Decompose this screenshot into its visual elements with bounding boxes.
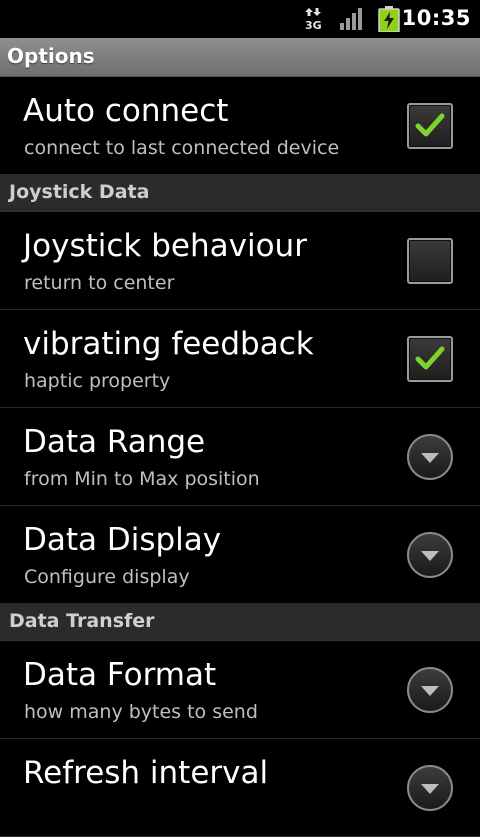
pref-title: vibrating feedback: [23, 326, 314, 362]
page-title: Options: [7, 44, 95, 68]
data-format-dropdown[interactable]: [407, 667, 453, 713]
category-data-transfer: Data Transfer: [0, 604, 480, 641]
pref-data-range[interactable]: Data Range from Min to Max position: [0, 408, 480, 506]
category-title: Joystick Data: [9, 181, 150, 203]
pref-vibrating-feedback[interactable]: vibrating feedback haptic property: [0, 310, 480, 408]
category-title: Data Transfer: [9, 610, 155, 632]
clock: 10:35: [401, 6, 471, 30]
chevron-down-icon: [421, 551, 439, 561]
check-mark-icon: [415, 346, 445, 370]
chevron-down-icon: [421, 453, 439, 463]
pref-data-format[interactable]: Data Format how many bytes to send: [0, 641, 480, 739]
pref-summary: haptic property: [24, 370, 171, 392]
network-type-label: 3G: [305, 19, 322, 31]
pref-refresh-interval[interactable]: Refresh interval: [0, 739, 480, 837]
title-bar: Options: [0, 38, 480, 77]
data-arrows-icon: 3G: [305, 8, 322, 31]
pref-summary: return to center: [24, 272, 175, 294]
pref-title: Data Range: [23, 424, 206, 460]
pref-title: Data Display: [23, 522, 222, 558]
pref-summary: from Min to Max position: [24, 468, 260, 490]
data-display-dropdown[interactable]: [407, 532, 453, 578]
battery-charging-icon: [378, 6, 400, 32]
pref-title: Data Format: [23, 657, 217, 693]
preference-list[interactable]: Auto connect connect to last connected d…: [0, 77, 480, 837]
pref-summary: Configure display: [24, 566, 190, 588]
pref-joystick-behaviour[interactable]: Joystick behaviour return to center: [0, 212, 480, 310]
auto-connect-checkbox[interactable]: [407, 103, 453, 149]
status-bar: 3G 10:35: [0, 0, 480, 38]
pref-auto-connect[interactable]: Auto connect connect to last connected d…: [0, 77, 480, 175]
refresh-interval-dropdown[interactable]: [407, 765, 453, 811]
joystick-behaviour-checkbox[interactable]: [407, 238, 453, 284]
pref-title: Refresh interval: [23, 755, 269, 791]
pref-data-display[interactable]: Data Display Configure display: [0, 506, 480, 604]
vibrating-feedback-checkbox[interactable]: [407, 336, 453, 382]
pref-title: Auto connect: [23, 93, 229, 129]
data-range-dropdown[interactable]: [407, 434, 453, 480]
pref-summary: how many bytes to send: [24, 701, 258, 723]
chevron-down-icon: [421, 686, 439, 696]
pref-summary: connect to last connected device: [24, 137, 340, 159]
category-joystick-data: Joystick Data: [0, 175, 480, 212]
signal-icon: [340, 8, 362, 30]
chevron-down-icon: [421, 784, 439, 794]
pref-title: Joystick behaviour: [23, 228, 307, 264]
check-mark-icon: [415, 113, 445, 137]
